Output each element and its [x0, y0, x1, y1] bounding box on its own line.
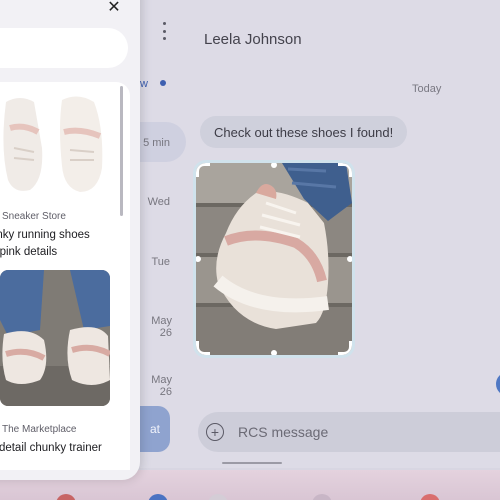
start-chat-label: at [149, 422, 160, 436]
unread-dot [160, 80, 166, 86]
shoe-photo [196, 163, 352, 355]
message-composer[interactable]: + RCS message [198, 412, 500, 452]
conversation-time: May 26 [151, 374, 172, 398]
message-text: Check out these shoes I found! [214, 124, 394, 140]
results-list: Sneaker Store unky running shoes h pink … [0, 82, 130, 470]
result-image[interactable] [0, 88, 110, 198]
conversation-time: May 26 [151, 315, 172, 339]
result-image[interactable] [0, 270, 110, 406]
day-divider: Today [412, 83, 442, 95]
result-title-line[interactable]: h pink details [0, 244, 57, 261]
sneakers-worn-image [0, 270, 110, 406]
contact-name: Leela Johnson [204, 31, 302, 48]
conversation-time: Wed [147, 196, 170, 208]
conversation-time: Tue [151, 256, 170, 268]
conversation-new-label: w [140, 78, 148, 90]
add-circle-icon[interactable]: + [206, 423, 224, 441]
gesture-bar [222, 462, 282, 464]
result-store-name: Sneaker Store [2, 211, 66, 222]
results-scrollbar[interactable] [120, 86, 123, 216]
conversation-time: 5 min [143, 137, 170, 149]
result-store-name: The Marketplace [2, 424, 77, 435]
start-chat-button[interactable]: at [140, 406, 170, 452]
shoe-photo-message[interactable] [196, 163, 352, 355]
composer-placeholder: RCS message [238, 424, 329, 440]
result-title-line[interactable]: unky running shoes [0, 227, 90, 244]
more-vert-icon[interactable] [159, 22, 169, 40]
message-bubble[interactable]: Check out these shoes I found! [200, 116, 408, 148]
search-results-panel: ✕ Sneaker Store unky running shoes h pin… [0, 0, 140, 480]
sneaker-pair-image [0, 88, 110, 198]
search-input[interactable] [0, 28, 128, 68]
close-icon[interactable]: ✕ [106, 0, 122, 16]
result-title-line[interactable]: k detail chunky trainer [0, 440, 102, 457]
